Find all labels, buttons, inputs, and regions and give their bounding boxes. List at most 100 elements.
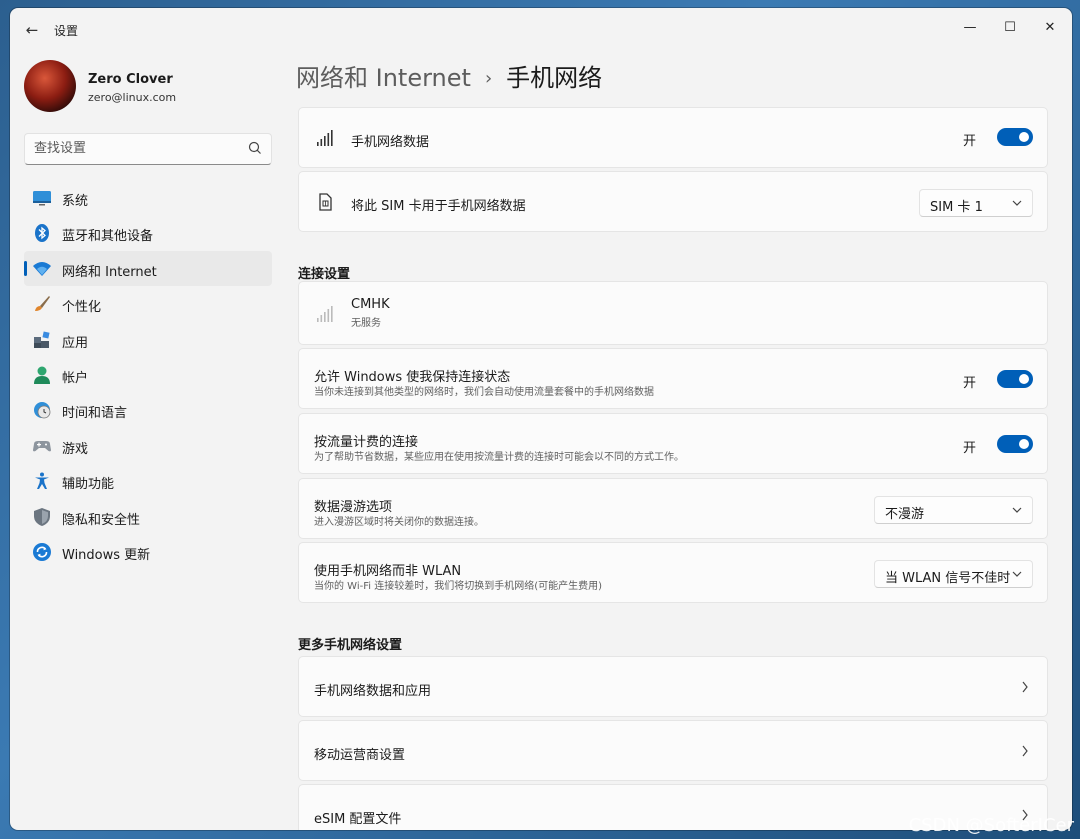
back-button[interactable]: ← <box>22 20 42 40</box>
keep-connected-card: 允许 Windows 使我保持连接状态 当你未连接到其他类型的网络时，我们会自动… <box>298 348 1048 409</box>
cellular-data-toggle-group: 开 <box>963 128 1033 149</box>
metered-connection-toggle[interactable] <box>997 435 1033 453</box>
chevron-down-icon <box>1012 200 1022 206</box>
prefer-cellular-subtitle: 当你的 Wi-Fi 连接较差时，我们将切换到手机网络(可能产生费用) <box>314 581 603 592</box>
sim-card-icon <box>319 193 332 211</box>
prefer-cellular-card: 使用手机网络而非 WLAN 当你的 Wi-Fi 连接较差时，我们将切换到手机网络… <box>298 542 1048 603</box>
chevron-right-icon <box>1022 681 1028 693</box>
cellular-data-toggle[interactable] <box>997 128 1033 146</box>
bluetooth-icon <box>35 224 49 243</box>
sim-card-row: 将此 SIM 卡用于手机网络数据 SIM 卡 1 <box>298 171 1048 232</box>
page-title: 手机网络 <box>506 64 603 92</box>
signal-bars-icon <box>317 306 333 322</box>
search-input[interactable] <box>34 141 234 156</box>
carrier-status: 无服务 <box>351 318 381 329</box>
person-icon <box>34 366 50 384</box>
sidebar-item-accessibility[interactable]: 辅助功能 <box>24 463 272 498</box>
carrier-card: CMHK 无服务 <box>298 281 1048 345</box>
breadcrumb: 网络和 Internet › 手机网络 <box>296 58 602 93</box>
sim-select-value: SIM 卡 1 <box>930 200 983 215</box>
sidebar-item-label: 隐私和安全性 <box>62 512 141 528</box>
link-label: 移动运营商设置 <box>314 748 406 763</box>
sim-card-title: 将此 SIM 卡用于手机网络数据 <box>351 199 526 214</box>
signal-bars-icon <box>317 130 333 146</box>
sidebar-item-label: 应用 <box>62 335 89 351</box>
search-icon[interactable] <box>247 140 263 156</box>
sidebar-item-time-language[interactable]: 时间和语言 <box>24 392 272 427</box>
prefer-cellular-select[interactable]: 当 WLAN 信号不佳时 <box>874 560 1033 588</box>
prefer-cellular-select-value: 当 WLAN 信号不佳时 <box>885 571 1011 586</box>
carrier-name: CMHK <box>351 297 390 312</box>
metered-connection-card: 按流量计费的连接 为了帮助节省数据，某些应用在使用按流量计费的连接时可能会以不同… <box>298 413 1048 474</box>
toggle-knob <box>1019 374 1029 384</box>
sidebar-item-network[interactable]: 网络和 Internet <box>24 250 272 287</box>
sidebar-item-label: 辅助功能 <box>62 477 115 493</box>
wifi-icon <box>33 261 51 276</box>
search-box[interactable] <box>24 133 272 165</box>
toggle-knob <box>1019 439 1029 449</box>
sidebar-item-label: 游戏 <box>62 441 89 457</box>
avatar <box>24 60 76 112</box>
sidebar-item-privacy[interactable]: 隐私和安全性 <box>24 499 272 534</box>
sidebar-nav: 系统 蓝牙和其他设备 网络和 Internet 个性化 应用 帐户 时间和语言 … <box>24 180 272 569</box>
sim-select[interactable]: SIM 卡 1 <box>919 189 1033 217</box>
settings-window: ← 设置 — ☐ ✕ Zero Clover zero@linux.com 系统 <box>10 8 1072 830</box>
shield-icon <box>34 507 50 526</box>
toggle-state-label: 开 <box>963 376 977 391</box>
apps-icon <box>34 331 50 348</box>
roaming-select-value: 不漫游 <box>885 507 925 522</box>
cellular-data-title: 手机网络数据 <box>351 135 430 150</box>
sidebar-item-label: 时间和语言 <box>62 406 128 422</box>
monitor-icon <box>33 191 51 206</box>
sidebar-item-bluetooth[interactable]: 蓝牙和其他设备 <box>24 215 272 250</box>
gamepad-icon <box>33 440 51 452</box>
user-profile[interactable]: Zero Clover zero@linux.com <box>24 60 284 116</box>
brush-icon <box>35 296 50 312</box>
user-name: Zero Clover <box>88 72 173 87</box>
maximize-button[interactable]: ☐ <box>990 14 1030 42</box>
sidebar-item-gaming[interactable]: 游戏 <box>24 428 272 463</box>
chevron-right-icon <box>1022 745 1028 757</box>
cellular-data-card: 手机网络数据 开 <box>298 107 1048 168</box>
breadcrumb-parent[interactable]: 网络和 Internet <box>296 64 471 92</box>
metered-connection-subtitle: 为了帮助节省数据，某些应用在使用按流量计费的连接时可能会以不同的方式工作。 <box>314 452 684 463</box>
roaming-select[interactable]: 不漫游 <box>874 496 1033 524</box>
sidebar-item-system[interactable]: 系统 <box>24 180 272 215</box>
toggle-state-label: 开 <box>963 441 977 456</box>
title-bar: ← 设置 — ☐ ✕ <box>10 8 1072 50</box>
sidebar-item-label: 个性化 <box>62 300 102 316</box>
app-title: 设置 <box>54 24 79 38</box>
breadcrumb-separator: › <box>484 68 493 89</box>
sidebar-item-label: 帐户 <box>62 370 89 386</box>
sidebar-item-label: 蓝牙和其他设备 <box>62 229 154 245</box>
sidebar-item-label: 网络和 Internet <box>62 264 157 280</box>
sidebar-item-accounts[interactable]: 帐户 <box>24 357 272 392</box>
sidebar-item-windows-update[interactable]: Windows 更新 <box>24 534 272 569</box>
user-email: zero@linux.com <box>88 91 177 104</box>
chevron-down-icon <box>1012 507 1022 513</box>
sidebar-item-label: 系统 <box>62 194 89 209</box>
sidebar-item-apps[interactable]: 应用 <box>24 322 272 357</box>
link-label: 手机网络数据和应用 <box>314 684 432 699</box>
carrier-settings-link[interactable]: 移动运营商设置 <box>298 720 1048 781</box>
link-label: eSIM 配置文件 <box>314 812 402 827</box>
connection-settings-header: 连接设置 <box>298 267 351 282</box>
minimize-button[interactable]: — <box>950 14 990 42</box>
chevron-down-icon <box>1012 571 1022 577</box>
sidebar-item-label: Windows 更新 <box>62 547 151 563</box>
cellular-data-apps-link[interactable]: 手机网络数据和应用 <box>298 656 1048 717</box>
toggle-knob <box>1019 132 1029 142</box>
more-settings-header: 更多手机网络设置 <box>298 638 403 653</box>
close-button[interactable]: ✕ <box>1030 14 1070 42</box>
sidebar-item-personalization[interactable]: 个性化 <box>24 286 272 321</box>
update-icon <box>33 542 51 561</box>
globe-clock-icon <box>34 402 51 419</box>
keep-connected-toggle[interactable] <box>997 370 1033 388</box>
toggle-state-label: 开 <box>963 134 977 149</box>
accessibility-icon <box>35 472 49 490</box>
roaming-subtitle: 进入漫游区域时将关闭你的数据连接。 <box>314 517 484 528</box>
watermark: CSDN @SofterICer <box>908 815 1074 836</box>
roaming-card: 数据漫游选项 进入漫游区域时将关闭你的数据连接。 不漫游 <box>298 478 1048 539</box>
keep-connected-subtitle: 当你未连接到其他类型的网络时，我们会自动使用流量套餐中的手机网络数据 <box>314 387 654 398</box>
metered-connection-toggle-group: 开 <box>963 435 1033 456</box>
